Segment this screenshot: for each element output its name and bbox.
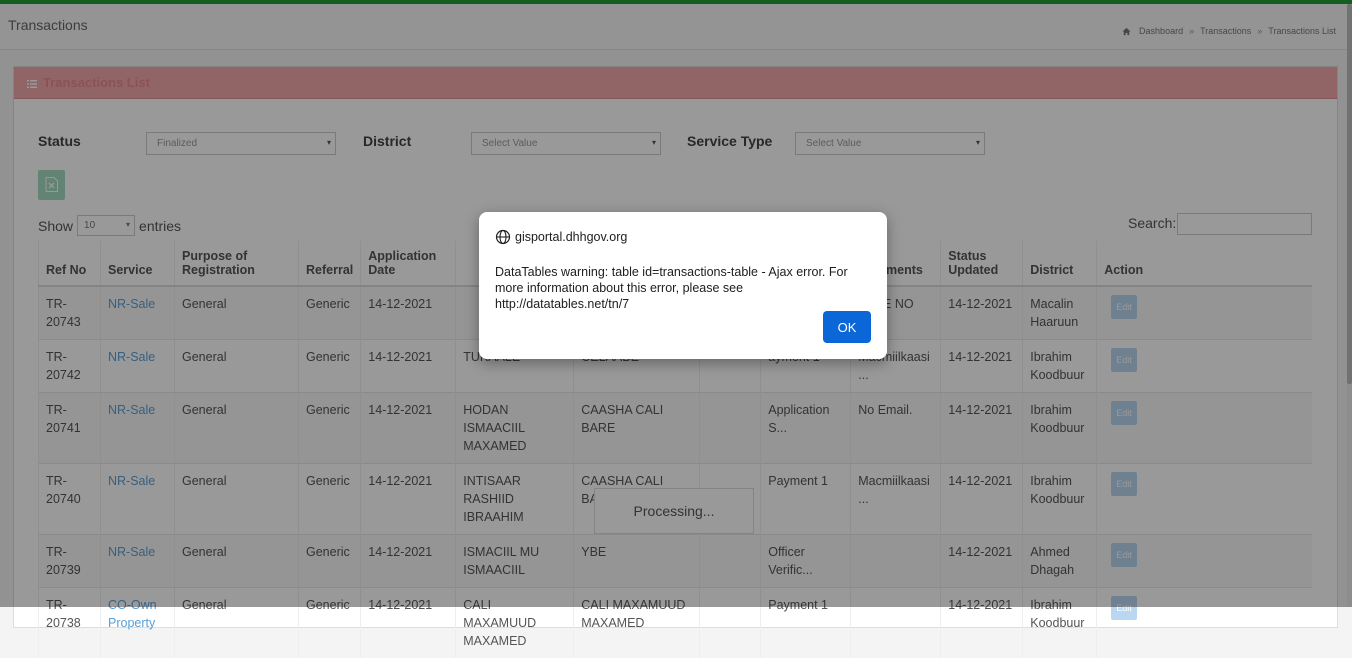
- ok-button[interactable]: OK: [823, 311, 871, 343]
- dialog-origin: gisportal.dhhgov.org: [515, 230, 627, 244]
- globe-icon: [495, 229, 511, 245]
- alert-dialog: gisportal.dhhgov.org DataTables warning:…: [479, 212, 887, 359]
- dialog-message: DataTables warning: table id=transaction…: [495, 264, 875, 312]
